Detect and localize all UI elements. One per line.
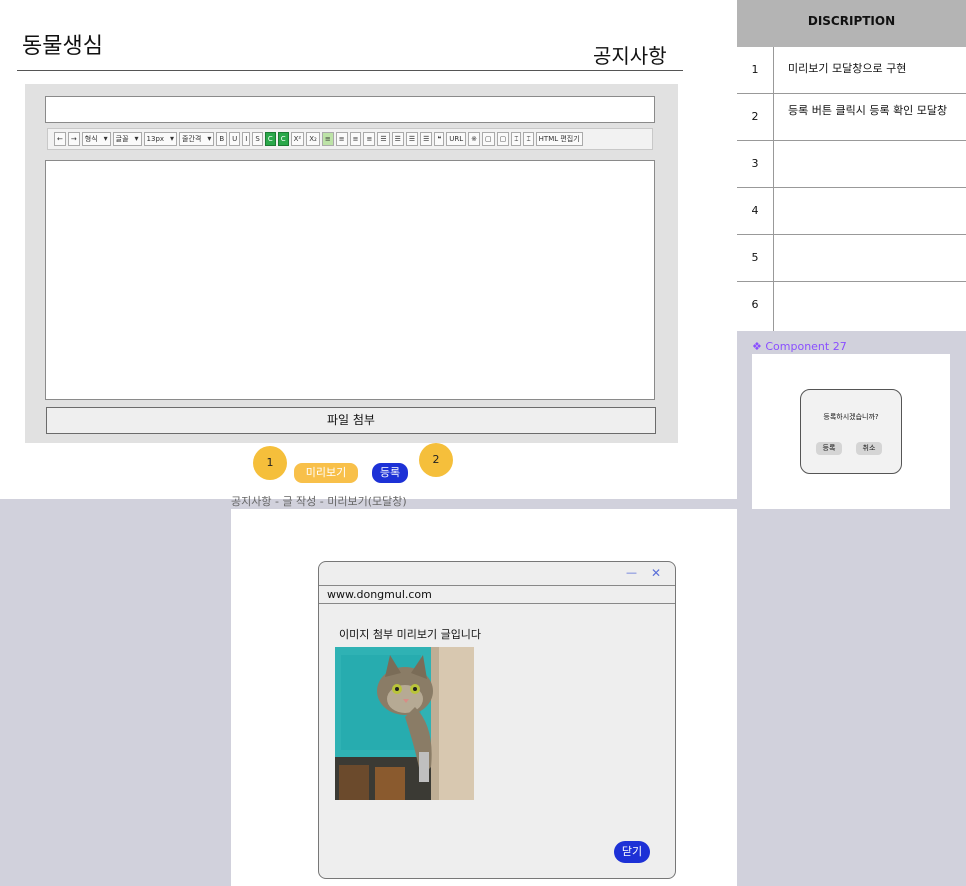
row-number: 5 — [737, 235, 774, 281]
confirm-question: 등록하시겠습니까? — [823, 413, 879, 421]
url-bar: www.dongmul.com — [319, 585, 675, 604]
frame-caption: 공지사항 - 글 작성 - 미리보기(모달창) — [231, 495, 407, 508]
subscript-button[interactable]: X₂ — [306, 132, 320, 146]
description-header: DISCRIPTION — [737, 0, 966, 47]
table-button[interactable]: ▢ — [482, 132, 495, 146]
description-row: 4 — [737, 188, 966, 235]
hr-button[interactable]: ⌶ — [523, 132, 534, 146]
register-button[interactable]: 등록 — [372, 463, 408, 483]
row-text: 미리보기 모달창으로 구현 — [788, 62, 907, 75]
italic-button[interactable]: I — [242, 132, 251, 146]
link-button[interactable]: URL — [446, 132, 467, 146]
image-button[interactable]: ▢ — [496, 132, 510, 146]
unordered-list-button[interactable]: ☰ — [391, 132, 404, 146]
row-number: 2 — [737, 94, 774, 140]
editor-toolbar: ← → 형식 글꼴 13px 줄간격 B U I S C C X² X₂ ≡ ≡… — [47, 128, 653, 150]
underline-button[interactable]: U — [229, 132, 241, 146]
modal-titlebar: — ✕ — [319, 562, 675, 585]
description-row: 5 — [737, 235, 966, 282]
editor-panel: ← → 형식 글꼴 13px 줄간격 B U I S C C X² X₂ ≡ ≡… — [25, 84, 678, 443]
indent-button[interactable]: ☰ — [420, 132, 433, 146]
format-select[interactable]: 형식 — [81, 132, 111, 146]
brand-logo-text[interactable]: 동물생심 — [22, 28, 103, 60]
row-number: 1 — [737, 47, 774, 93]
file-attach-button[interactable]: 파일 첨부 — [46, 407, 656, 434]
cat-photo-image — [335, 647, 474, 800]
ordered-list-button[interactable]: ☰ — [377, 132, 390, 146]
row-number: 6 — [737, 282, 774, 331]
confirm-ok-button[interactable]: 등록 — [816, 442, 842, 455]
main-page: 동물생심 공지사항 ← → 형식 글꼴 13px 줄간격 B U I S C C… — [0, 0, 737, 499]
description-row: 1 미리보기 모달창으로 구현 — [737, 47, 966, 94]
row-number: 4 — [737, 188, 774, 234]
strikethrough-button[interactable]: S — [252, 132, 263, 146]
description-table: DISCRIPTION 1 미리보기 모달창으로 구현 2 등록 버튼 클릭시 … — [737, 0, 966, 331]
page-title: 공지사항 — [593, 44, 667, 68]
bg-color-button[interactable]: C — [277, 132, 289, 146]
preview-button[interactable]: 미리보기 — [294, 463, 358, 483]
annotation-marker-2: 2 — [419, 443, 453, 477]
preview-frame: — ✕ www.dongmul.com 이미지 첨부 미리보기 글입니다 닫기 — [231, 509, 737, 886]
redo-button[interactable]: → — [67, 132, 80, 146]
special-char-button[interactable]: ※ — [468, 132, 480, 146]
text-color-button[interactable]: C — [264, 132, 276, 146]
close-icon[interactable]: ✕ — [651, 566, 661, 580]
component-label: ❖ Component 27 — [752, 340, 847, 353]
undo-button[interactable]: ← — [54, 132, 66, 146]
bold-button[interactable]: B — [216, 132, 228, 146]
row-number: 3 — [737, 141, 774, 187]
preview-modal: — ✕ www.dongmul.com 이미지 첨부 미리보기 글입니다 닫기 — [318, 561, 676, 879]
font-size-select[interactable]: 13px — [143, 132, 178, 146]
align-left-button[interactable]: ≡ — [321, 132, 334, 146]
description-row: 3 — [737, 141, 966, 188]
minimize-icon[interactable]: — — [626, 566, 637, 579]
content-editor[interactable] — [45, 160, 655, 400]
confirm-dialog: 등록하시겠습니까? 등록 취소 — [800, 389, 902, 474]
quote-button[interactable]: ❝ — [434, 132, 445, 146]
modal-close-button[interactable]: 닫기 — [614, 841, 650, 863]
preview-body-text: 이미지 첨부 미리보기 글입니다 — [339, 628, 482, 641]
outdent-button[interactable]: ☰ — [405, 132, 419, 146]
font-select[interactable]: 글꼴 — [112, 132, 142, 146]
title-input[interactable] — [45, 96, 655, 123]
row-text: 등록 버튼 클릭시 등록 확인 모달창 — [788, 104, 948, 117]
annotation-marker-1: 1 — [253, 446, 287, 480]
description-row: 6 — [737, 282, 966, 331]
component-frame: 등록하시겠습니까? 등록 취소 — [752, 354, 950, 509]
align-right-button[interactable]: ≡ — [349, 132, 362, 146]
description-row: 2 등록 버튼 클릭시 등록 확인 모달창 — [737, 94, 966, 141]
line-height-select[interactable]: 줄간격 — [179, 132, 215, 146]
html-editor-button[interactable]: HTML 편집기 — [535, 132, 583, 146]
superscript-button[interactable]: X² — [290, 132, 305, 146]
confirm-cancel-button[interactable]: 취소 — [856, 442, 882, 455]
align-justify-button[interactable]: ≡ — [363, 132, 376, 146]
align-center-button[interactable]: ≡ — [335, 132, 348, 146]
header-divider — [17, 70, 683, 71]
cursor-button[interactable]: ⌶ — [511, 132, 522, 146]
